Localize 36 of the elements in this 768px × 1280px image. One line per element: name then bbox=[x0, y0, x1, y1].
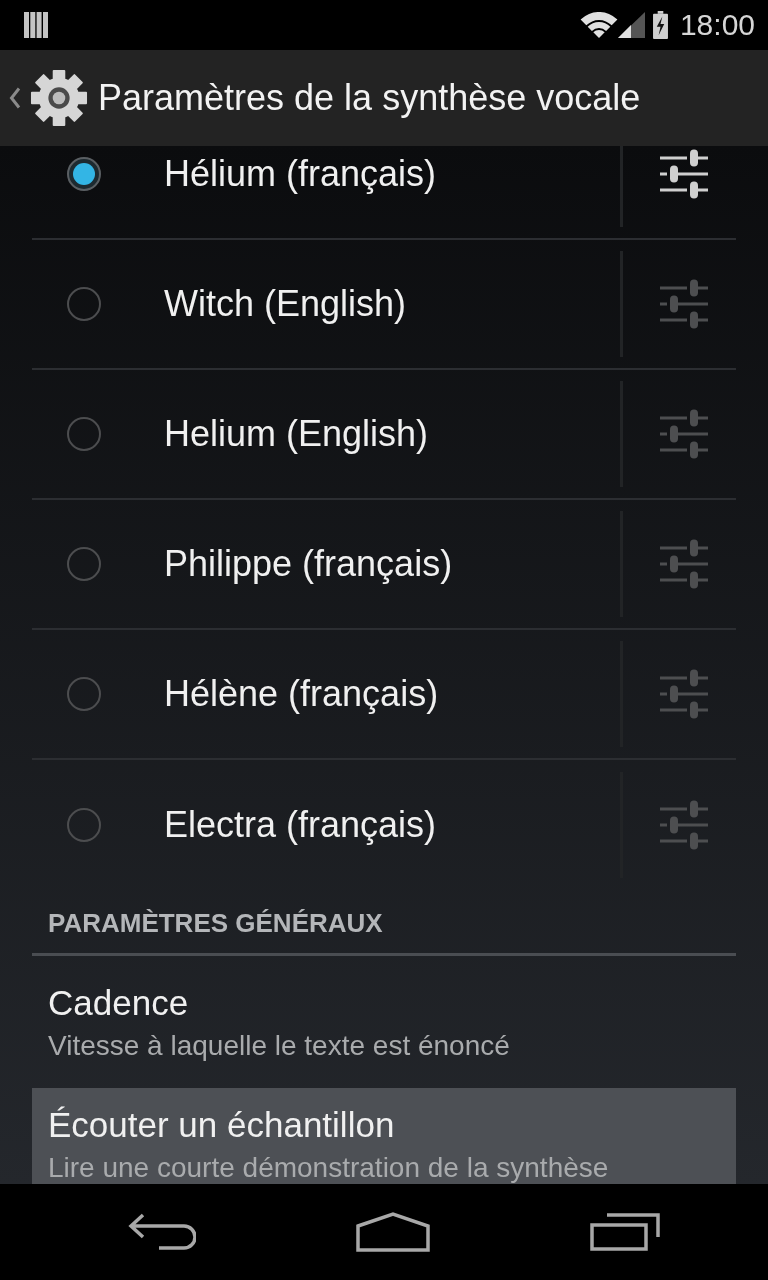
radio-button[interactable] bbox=[67, 157, 101, 191]
radio-button[interactable] bbox=[67, 547, 101, 581]
radio-button[interactable] bbox=[67, 287, 101, 321]
preference-summary: Vitesse à laquelle le texte est énoncé bbox=[48, 1030, 510, 1062]
wifi-icon bbox=[579, 12, 618, 38]
radio-button[interactable] bbox=[67, 808, 101, 842]
back-icon[interactable] bbox=[128, 1213, 196, 1251]
signal-icon bbox=[617, 12, 645, 38]
sliders-icon[interactable] bbox=[660, 800, 708, 850]
preference-title: Cadence bbox=[48, 983, 189, 1023]
voice-name[interactable]: Philippe (français) bbox=[164, 543, 620, 585]
home-icon[interactable] bbox=[356, 1212, 430, 1252]
sliders-icon[interactable] bbox=[660, 669, 708, 719]
clock-time: 18:00 bbox=[679, 7, 755, 43]
sliders-icon[interactable] bbox=[660, 409, 708, 459]
recents-icon[interactable] bbox=[590, 1213, 660, 1251]
bars-icon bbox=[24, 12, 48, 38]
voice-name[interactable]: Witch (English) bbox=[164, 283, 620, 325]
preference-item[interactable]: Cadence Vitesse à laquelle le texte est énoncé bbox=[32, 966, 736, 1085]
radio-button[interactable] bbox=[67, 677, 101, 711]
voice-name[interactable]: Hélium (français) bbox=[164, 153, 620, 195]
radio-button[interactable] bbox=[67, 417, 101, 451]
preference-title: Écouter un échantillon bbox=[48, 1105, 395, 1145]
voice-name[interactable]: Helium (English) bbox=[164, 413, 620, 455]
preference-summary: Lire une courte démonstration de la synthèse bbox=[48, 1152, 609, 1184]
section-header: PARAMÈTRES GÉNÉRAUX bbox=[48, 907, 383, 940]
sliders-icon[interactable] bbox=[660, 149, 708, 199]
voice-name[interactable]: Electra (français) bbox=[164, 804, 620, 846]
screen-title: Paramètres de la synthèse vocale bbox=[98, 77, 641, 119]
gear-icon[interactable] bbox=[30, 69, 88, 127]
voice-name[interactable]: Hélène (français) bbox=[164, 673, 620, 715]
battery-charging-icon bbox=[652, 11, 668, 39]
sliders-icon[interactable] bbox=[660, 539, 708, 589]
chevron-left-icon[interactable] bbox=[9, 87, 21, 109]
sliders-icon[interactable] bbox=[660, 279, 708, 329]
preference-item[interactable]: Écouter un échantillon Lire une courte démonstration de la synthèse bbox=[32, 1088, 736, 1184]
